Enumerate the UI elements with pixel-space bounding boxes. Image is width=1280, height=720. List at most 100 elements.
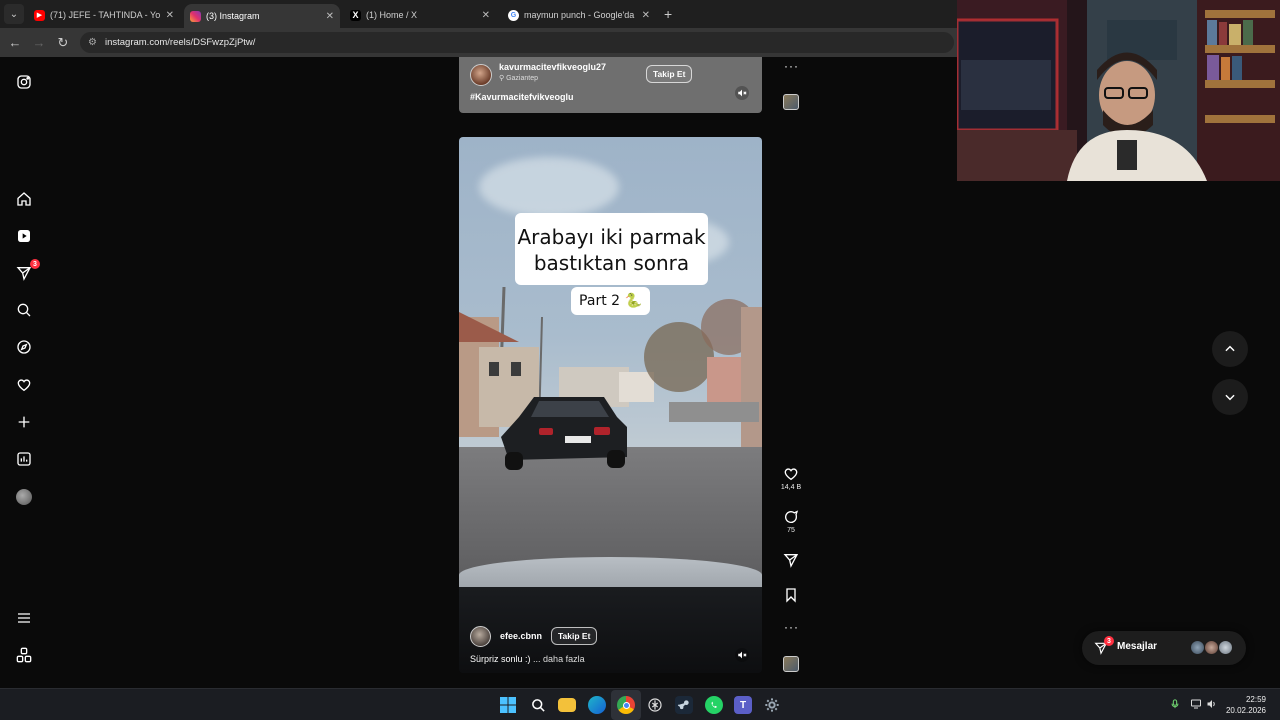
video-caption-box: Arabayı iki parmak bastıktan sonra	[515, 213, 708, 285]
windows-start-icon[interactable]	[499, 696, 517, 714]
edge-icon[interactable]	[588, 696, 606, 714]
search-icon[interactable]	[16, 302, 32, 318]
new-tab-button[interactable]: +	[664, 6, 672, 22]
close-icon[interactable]: ✕	[642, 10, 650, 21]
bookmark-icon	[786, 588, 796, 603]
chatgpt-icon[interactable]	[646, 696, 664, 714]
youtube-icon: ▶	[34, 9, 45, 21]
settings-icon[interactable]	[763, 696, 781, 714]
clock-time: 22:59	[1245, 695, 1266, 704]
back-arrow-icon[interactable]: ←	[3, 35, 27, 50]
reels-icon[interactable]	[16, 228, 32, 244]
car-in-video	[501, 397, 627, 470]
message-badge: 3	[1104, 636, 1114, 646]
follow-button[interactable]: Takip Et	[646, 65, 693, 83]
next-reel-button[interactable]	[1212, 379, 1248, 415]
steam-icon[interactable]	[675, 696, 693, 714]
tab-search-button[interactable]: ⌄	[4, 4, 24, 24]
search-icon[interactable]	[529, 696, 547, 714]
location-label[interactable]: ⚲ Gaziantep	[499, 74, 538, 82]
close-icon[interactable]: ✕	[326, 11, 334, 22]
author-avatar[interactable]	[470, 626, 491, 647]
url-text: instagram.com/reels/DSFwzpZjPtw/	[104, 37, 256, 48]
teams-icon[interactable]: T	[734, 696, 752, 714]
comment-button[interactable]: 75	[778, 509, 804, 534]
caption-line-2: bastıktan sonra	[533, 251, 690, 275]
save-button[interactable]	[778, 587, 804, 603]
tab-title: (71) JEFE - TAHTINDA - YouTube	[50, 10, 160, 20]
send-icon	[783, 554, 799, 568]
location-text: Gaziantep	[506, 75, 538, 82]
network-icon[interactable]	[1190, 698, 1202, 713]
windows-taskbar: T 22:59 20.02.2026	[0, 688, 1280, 720]
tab-x[interactable]: X (1) Home / X ✕	[344, 4, 496, 26]
explore-icon[interactable]	[16, 339, 32, 355]
messages-label: Mesajlar	[1117, 641, 1158, 652]
webcam-feed	[957, 0, 1280, 181]
menu-icon[interactable]	[16, 610, 32, 626]
home-icon[interactable]	[16, 191, 32, 207]
heart-icon[interactable]	[16, 377, 32, 393]
follow-button[interactable]: Takip Et	[551, 627, 598, 645]
chevron-up-icon	[1225, 345, 1235, 352]
create-icon[interactable]	[16, 414, 32, 430]
author-username[interactable]: efee.cbnn	[500, 631, 542, 641]
avatar	[1204, 640, 1219, 655]
avatar	[1218, 640, 1233, 655]
mute-icon[interactable]	[735, 86, 749, 100]
tab-youtube[interactable]: ▶ (71) JEFE - TAHTINDA - YouTube ✕	[28, 4, 180, 26]
messages-icon: 3	[1094, 636, 1114, 655]
more-link[interactable]: ... daha fazla	[533, 654, 585, 664]
more-options-icon[interactable]: ···	[784, 620, 799, 634]
description-text: Sürpriz sonlu :)	[470, 654, 531, 664]
close-icon[interactable]: ✕	[166, 10, 174, 21]
avatar	[1190, 640, 1205, 655]
instagram-logo-icon[interactable]	[16, 74, 32, 90]
system-clock[interactable]: 22:59 20.02.2026	[1226, 694, 1266, 716]
insights-icon[interactable]	[16, 451, 32, 467]
heart-icon	[784, 468, 798, 481]
x-icon: X	[350, 9, 361, 21]
volume-icon[interactable]	[1206, 698, 1218, 713]
site-info-icon[interactable]: ⚙	[88, 37, 97, 48]
reel-description[interactable]: Sürpriz sonlu :) ... daha fazla	[470, 654, 585, 664]
like-count: 14,4 B	[780, 484, 802, 491]
tab-title: (1) Home / X	[366, 10, 418, 20]
author-username[interactable]: kavurmacitevfikveoglu27	[499, 62, 606, 72]
webcam-overlay	[957, 0, 1280, 181]
profile-avatar[interactable]	[16, 489, 32, 505]
chrome-icon[interactable]	[617, 696, 635, 714]
more-apps-icon[interactable]	[16, 647, 32, 663]
comment-icon	[785, 510, 799, 523]
author-avatar[interactable]	[470, 64, 492, 86]
notification-badge: 3	[30, 259, 40, 269]
reload-icon[interactable]: ↻	[51, 35, 75, 51]
address-bar-row: ← → ↻ ⚙ instagram.com/reels/DSFwzpZjPtw/	[0, 28, 960, 57]
hashtag[interactable]: #Kavurmacitefvikveoglu	[470, 92, 574, 102]
reel-video[interactable]: Arabayı iki parmak bastıktan sonra Part …	[459, 137, 762, 673]
tab-instagram[interactable]: (3) Instagram ✕	[184, 4, 340, 28]
messages-panel[interactable]: 3 Mesajlar	[1082, 631, 1246, 665]
audio-thumbnail[interactable]	[783, 656, 799, 672]
tab-google[interactable]: G maymun punch - Google'da Ara ✕	[502, 4, 656, 26]
audio-thumbnail[interactable]	[783, 94, 799, 110]
whatsapp-icon[interactable]	[705, 696, 723, 714]
instagram-icon	[190, 10, 201, 22]
like-button[interactable]: 14,4 B	[778, 466, 804, 491]
previous-reel-button[interactable]	[1212, 331, 1248, 367]
forward-arrow-icon[interactable]: →	[27, 35, 51, 50]
tab-title: maymun punch - Google'da Ara	[524, 10, 636, 20]
previous-reel[interactable]: kavurmacitevfikveoglu27 ⚲ Gaziantep Taki…	[459, 57, 762, 113]
close-icon[interactable]: ✕	[482, 10, 490, 21]
messages-icon[interactable]: 3	[16, 259, 40, 281]
more-options-icon[interactable]: ···	[784, 59, 799, 73]
caption-part-label: Part 2 🐍	[571, 287, 650, 315]
instagram-sidebar: 3	[0, 57, 48, 688]
mute-icon[interactable]	[735, 648, 749, 662]
google-icon: G	[508, 9, 519, 21]
url-bar[interactable]: ⚙ instagram.com/reels/DSFwzpZjPtw/	[80, 32, 954, 53]
clock-date: 20.02.2026	[1225, 706, 1266, 715]
microphone-icon[interactable]	[1170, 698, 1180, 713]
share-button[interactable]	[778, 552, 804, 568]
file-explorer-icon[interactable]	[558, 698, 576, 712]
